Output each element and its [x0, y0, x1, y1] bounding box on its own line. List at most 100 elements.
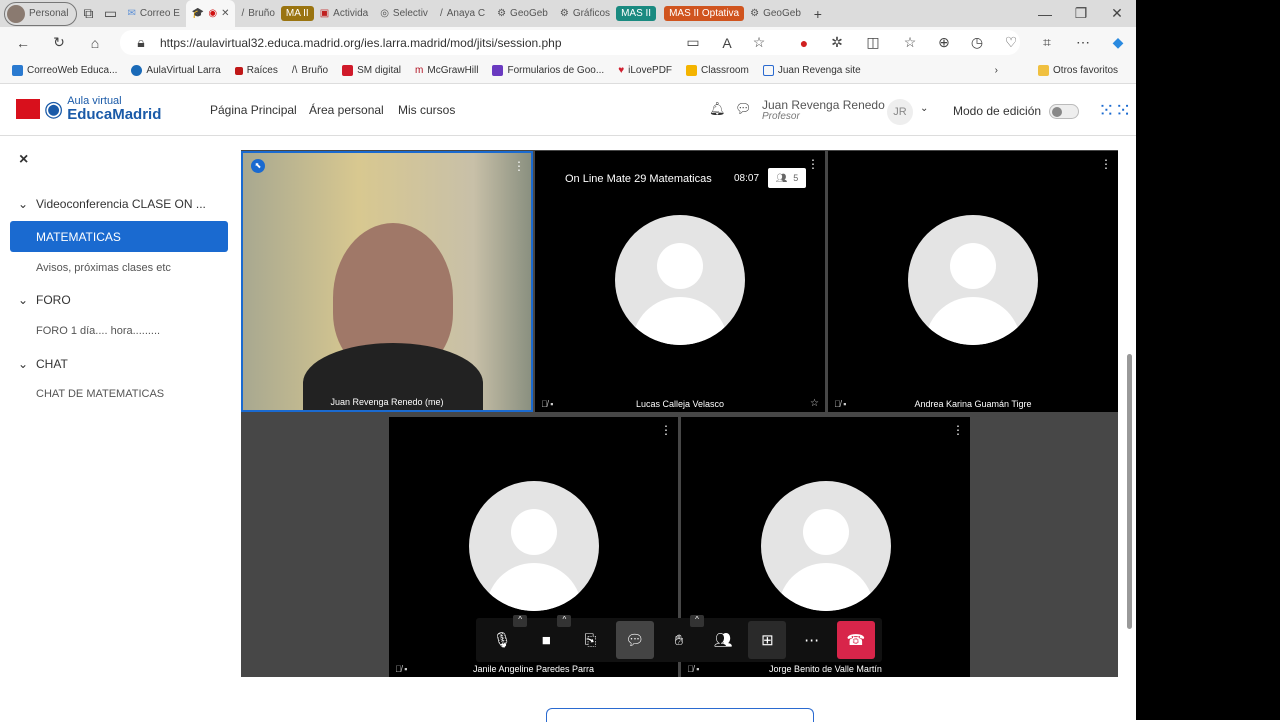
participants-button[interactable]: 👥︎ [704, 621, 742, 659]
hang-up-button[interactable]: ☎︎ [836, 621, 875, 659]
more-options-button[interactable]: ⋯ [793, 621, 831, 659]
edit-mode-toggle[interactable] [1049, 104, 1079, 119]
section-chat[interactable]: ⌄ CHAT [10, 357, 228, 371]
microphone-button[interactable]: 🎙︎ ^ [483, 615, 528, 659]
video-tile[interactable]: ⋮ 🎙̸ ▪ Andrea Karina Guamán Tigre [828, 151, 1118, 412]
read-aloud-icon[interactable]: A [716, 32, 738, 54]
nav-pagina-principal[interactable]: Página Principal [210, 103, 297, 117]
sidebar-item-foro[interactable]: FORO 1 día.... hora......... [10, 325, 228, 337]
section-foro[interactable]: ⌄ FORO [10, 293, 228, 307]
chevron-right-icon[interactable]: › [995, 65, 998, 76]
favorite-star-icon[interactable]: ☆ [748, 32, 770, 54]
chevron-down-icon[interactable]: ⌄ [920, 103, 928, 114]
close-tab-icon[interactable]: ✕ [221, 8, 229, 19]
tab-geogebra[interactable]: ⚙ GeoGeb [491, 0, 554, 27]
bookmark-label: Raíces [246, 65, 278, 76]
bell-icon[interactable]: 🔔︎ [709, 101, 726, 117]
collections-icon[interactable]: ⊕ [933, 32, 955, 54]
tab-active[interactable]: 🎓 ◉ ✕ [185, 0, 236, 27]
close-window-icon[interactable]: ✕ [1106, 3, 1128, 25]
tile-menu-icon[interactable]: ⋮ [952, 423, 964, 437]
tab-group-ma2[interactable]: MA II [280, 6, 314, 21]
more-icon[interactable]: ⋯ [1072, 32, 1094, 54]
screenshot-icon[interactable]: ⌗ [1036, 32, 1058, 54]
nav-mis-cursos[interactable]: Mis cursos [398, 103, 455, 117]
participant-name: Jorge Benito de Valle Martín [769, 664, 882, 674]
history-icon[interactable]: ◷ [966, 32, 988, 54]
bookmark-raices[interactable]: Raíces [234, 65, 278, 76]
bookmark-classroom[interactable]: Classroom [686, 65, 749, 76]
favorites-icon[interactable]: ☆ [899, 32, 921, 54]
user-role: Profesor [762, 111, 800, 122]
tab-graficos[interactable]: ⚙ Gráficos [554, 0, 616, 27]
tab-selectiv[interactable]: ◎ Selectiv [374, 0, 434, 27]
bookmark-juan-site[interactable]: Juan Revenga site [762, 65, 861, 76]
address-bar[interactable]: 🔒︎ https://aulavirtual32.educa.madrid.or… [120, 30, 1020, 55]
screen-share-button[interactable]: ⎘ [572, 621, 610, 659]
section-videoconferencia[interactable]: ⌄ Videoconferencia CLASE ON ... [10, 197, 228, 211]
tile-menu-icon[interactable]: ⋮ [660, 423, 672, 437]
bookmark-correoweb[interactable]: CorreoWeb Educa... [12, 65, 117, 76]
sidebar-item-matematicas[interactable]: MATEMATICAS [10, 221, 228, 252]
profile-button[interactable]: Personal [4, 1, 78, 26]
bookmark-aulavirtual[interactable]: AulaVirtual Larra [131, 65, 221, 76]
browser-essentials-icon[interactable]: ♡ [1000, 32, 1022, 54]
tab-bruno[interactable]: / Bruño [235, 0, 280, 27]
bookmark-mcgrawhill[interactable]: m McGrawHill [415, 65, 478, 76]
back-icon[interactable]: ← [12, 32, 34, 54]
profile-label: Personal [29, 8, 69, 19]
bookmark-bruno[interactable]: /\ Bruño [292, 65, 328, 76]
star-icon[interactable]: ☆ [810, 398, 819, 409]
bookmark-sm-digital[interactable]: SM digital [342, 65, 401, 76]
tab-correo[interactable]: ✉ Correo E [121, 0, 185, 27]
camera-button[interactable]: ■ ^ [527, 615, 572, 659]
workspaces-icon[interactable]: ⧉ [77, 3, 99, 25]
home-icon[interactable]: ⌂ [84, 32, 106, 54]
tile-menu-icon[interactable]: ⋮ [1100, 157, 1112, 171]
pin-icon[interactable]: ⬉ [251, 159, 265, 173]
refresh-icon[interactable]: ↻ [48, 32, 70, 54]
tile-view-button[interactable]: ⊞ [748, 621, 787, 659]
extensions-icon[interactable]: ✲ [826, 32, 848, 54]
tab-actividad[interactable]: ▣ Activida [314, 0, 374, 27]
copilot-icon[interactable]: ◆ [1107, 32, 1129, 54]
app-grid-icon[interactable]: ⁙⁙ [1098, 98, 1132, 123]
bookmark-formularios[interactable]: Formularios de Goo... [492, 65, 604, 76]
tab-actions-icon[interactable]: ▭ [99, 3, 121, 25]
adblock-icon[interactable]: ● [793, 32, 815, 54]
minimize-icon[interactable]: — [1034, 3, 1056, 25]
tab-anaya[interactable]: / Anaya C [434, 0, 491, 27]
chevron-up-icon[interactable]: ^ [557, 615, 572, 627]
bookmark-otros-favoritos[interactable]: Otros favoritos [1038, 65, 1118, 76]
tab-label: Correo E [139, 8, 180, 19]
nav-area-personal[interactable]: Área personal [309, 103, 384, 117]
video-tile-self[interactable]: ⬉ ⋮ Juan Revenga Renedo (me) [241, 151, 533, 412]
sidebar-item-chat[interactable]: CHAT DE MATEMATICAS [10, 388, 228, 400]
participant-name: Juan Revenga Renedo (me) [330, 397, 444, 407]
split-screen-icon[interactable]: ◫ [862, 32, 884, 54]
tab-group-mas2[interactable]: MAS II [616, 6, 657, 21]
page-scrollbar[interactable] [1124, 140, 1136, 716]
educamadrid-logo[interactable]: ◉ Aula virtual EducaMadrid [16, 96, 161, 122]
tab-geogebra-2[interactable]: ⚙ GeoGeb [744, 0, 807, 27]
raise-hand-button[interactable]: ✋︎ ^ [660, 615, 704, 659]
participants-count-button[interactable]: 👥︎ 5 [768, 168, 806, 188]
tab-label: GeoGeb [510, 8, 548, 19]
tile-menu-icon[interactable]: ⋮ [807, 157, 819, 171]
tab-label: Anaya C [446, 8, 486, 19]
sidebar-item-avisos[interactable]: Avisos, próximas clases etc [10, 262, 228, 274]
chevron-up-icon[interactable]: ^ [689, 615, 704, 627]
tile-menu-icon[interactable]: ⋮ [513, 159, 525, 173]
chat-button[interactable]: 💬︎ [615, 621, 654, 659]
close-sidebar-button[interactable]: × [19, 151, 28, 169]
restore-icon[interactable]: ❐ [1070, 3, 1092, 25]
tab-group-mas2-optativa[interactable]: MAS II Optativa [664, 6, 745, 21]
chevron-up-icon[interactable]: ^ [513, 615, 528, 627]
user-avatar[interactable]: JR [887, 99, 913, 125]
messages-icon[interactable]: 💬︎ [735, 101, 752, 117]
camera-icon[interactable]: ▭ [682, 32, 704, 54]
new-tab-icon[interactable]: + [807, 3, 829, 25]
user-menu[interactable]: Juan Revenga Renedo Profesor [762, 99, 885, 123]
video-tile[interactable]: On Line Mate 29 Matematicas 08:07 👥︎ 5 ⋮ … [535, 151, 825, 412]
bookmark-ilovepdf[interactable]: ♥ iLovePDF [618, 65, 672, 76]
